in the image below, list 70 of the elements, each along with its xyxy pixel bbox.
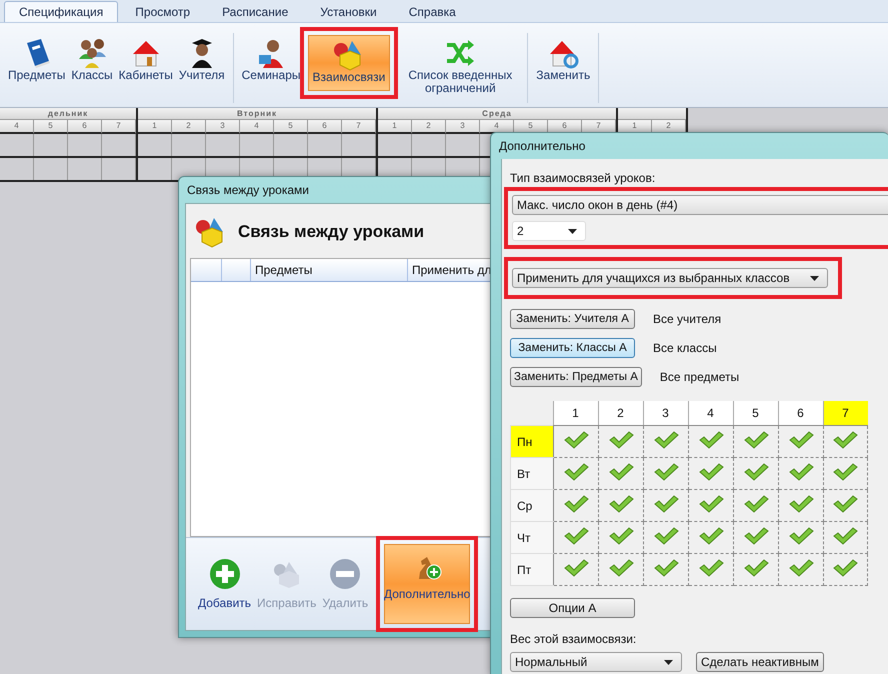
period-header: 6 <box>68 120 102 134</box>
day-header[interactable]: Ср <box>510 490 553 522</box>
replace-value: Все предметы <box>660 370 740 384</box>
replace-button[interactable]: Заменить: Классы А <box>510 338 635 358</box>
menu-tab[interactable]: Справка <box>394 1 471 22</box>
toolbar-button[interactable]: Добавить <box>196 553 254 615</box>
toolbar-button[interactable]: Дополнительно <box>384 544 470 624</box>
period-header: 3 <box>206 120 240 134</box>
column-header[interactable]: Предметы <box>251 259 408 281</box>
remove-icon <box>329 558 362 590</box>
period-header: 1 <box>378 120 412 134</box>
dropdown-caret-icon <box>810 276 819 280</box>
dropdown-caret-icon <box>664 660 673 664</box>
weight-dropdown[interactable]: Нормальный <box>510 652 682 672</box>
options-button[interactable]: Опции А <box>510 598 635 618</box>
period-header: 6 <box>308 120 342 134</box>
replace-value: Все учителя <box>653 312 722 326</box>
window-title: Связь между уроками <box>186 182 310 199</box>
replace-button[interactable]: Заменить: Учителя А <box>510 309 635 329</box>
day-header[interactable]: Вт <box>510 458 553 490</box>
apply-dropdown[interactable]: Применить для учащихся из выбранных классов <box>512 268 828 288</box>
ribbon-button[interactable]: Семинары <box>238 33 304 89</box>
menu-tab[interactable]: Расписание <box>207 1 304 22</box>
add-icon <box>208 558 241 590</box>
period-header: 4 <box>240 120 274 134</box>
ribbon-button[interactable]: Взаимосвязи <box>308 35 390 91</box>
relation-type-dropdown[interactable]: Макс. число окон в день (#4) <box>512 195 888 215</box>
deactivate-button[interactable]: Сделать неактивным <box>696 652 824 672</box>
period-header: 5 <box>274 120 308 134</box>
period-header: 7 <box>342 120 376 134</box>
day-header: дельник <box>0 108 136 120</box>
shuffle-arrows-icon <box>444 37 476 69</box>
ribbon-button[interactable]: Список введенных ограничений <box>398 33 522 99</box>
period-header[interactable]: 2 <box>598 401 643 426</box>
ribbon-button[interactable]: Классы <box>68 33 116 89</box>
day-header[interactable]: Чт <box>510 522 553 554</box>
ribbon-button[interactable]: Кабинеты <box>116 33 176 89</box>
ribbon-button[interactable]: Предметы <box>5 33 68 89</box>
day-header[interactable]: Пн <box>510 426 553 458</box>
period-header: 4 <box>480 120 514 134</box>
period-header[interactable]: 4 <box>688 401 733 426</box>
day-header: Вторник <box>138 108 376 120</box>
window-title: Дополнительно <box>498 138 586 155</box>
field-label: Тип взаимосвязей уроков: <box>510 171 656 185</box>
field-label: Вес этой взаимосвязи: <box>510 632 636 646</box>
period-header[interactable]: 6 <box>778 401 823 426</box>
menu-tab[interactable]: Спецификация <box>4 1 118 22</box>
people-icon <box>76 37 108 69</box>
count-dropdown[interactable]: 2 <box>512 221 586 241</box>
menu-tab[interactable]: Установки <box>305 1 392 22</box>
period-header: 1 <box>138 120 172 134</box>
replace-value: Все классы <box>653 341 717 355</box>
day-header[interactable]: Пт <box>510 554 553 586</box>
period-header[interactable]: 5 <box>733 401 778 426</box>
ribbon-button[interactable]: Учителя <box>176 33 228 89</box>
dropdown-caret-icon <box>568 228 577 234</box>
menu-tab[interactable]: Просмотр <box>120 1 206 22</box>
period-header[interactable]: 7 <box>823 401 868 426</box>
ribbon-button[interactable]: Заменить <box>533 33 594 89</box>
period-header: 5 <box>34 120 68 134</box>
dialog-heading: Связь между уроками <box>238 222 424 242</box>
day-header: Среда <box>378 108 616 120</box>
period-header[interactable]: 3 <box>643 401 688 426</box>
period-header[interactable]: 1 <box>553 401 598 426</box>
period-header: 3 <box>446 120 480 134</box>
period-header: 4 <box>0 120 34 134</box>
period-header: 2 <box>172 120 206 134</box>
replace-button[interactable]: Заменить: Предметы А <box>510 367 642 387</box>
period-header: 2 <box>412 120 446 134</box>
period-header: 7 <box>102 120 136 134</box>
